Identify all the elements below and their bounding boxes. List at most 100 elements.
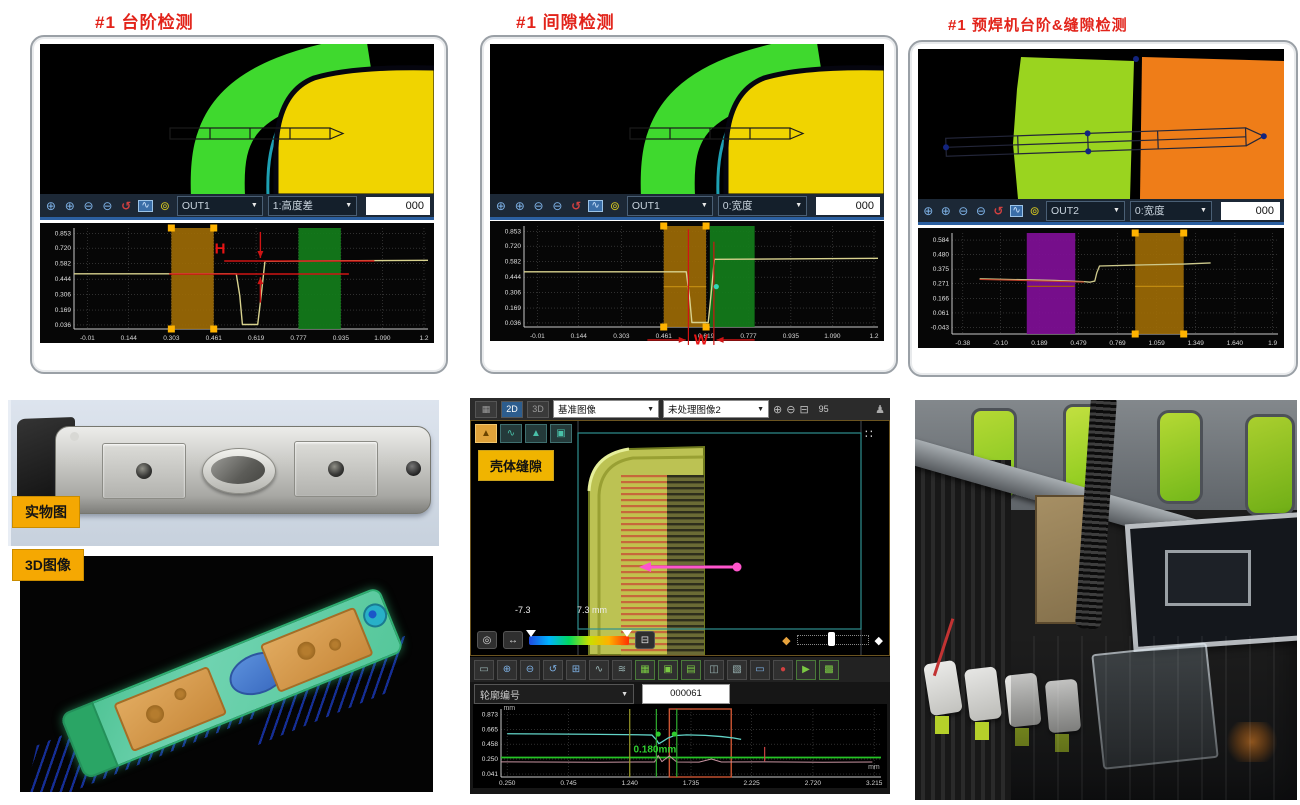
svg-text:0.444: 0.444 <box>55 276 72 283</box>
out-select[interactable]: OUT2 ▼ <box>1046 201 1125 221</box>
zoom-out-icon[interactable]: ⊖ <box>82 200 96 212</box>
shell-gap-label: 壳体缝隙 <box>478 450 554 481</box>
svg-text:-0.043: -0.043 <box>931 324 950 331</box>
svg-text:mm: mm <box>503 705 515 712</box>
zoom-area-icon[interactable]: ⊕ <box>922 205 935 217</box>
value-field[interactable]: 000 <box>1221 202 1280 220</box>
white-diamond-icon[interactable]: ◆ <box>875 634 883 647</box>
output-icon[interactable]: ⊚ <box>1028 205 1041 217</box>
svg-text:1.735: 1.735 <box>683 780 700 787</box>
pan-icon[interactable]: ⊞ <box>566 660 586 680</box>
profile-toolbar: ⊕ ⊕ ⊖ ⊖ ↺ ∿ ⊚ OUT1 ▼ 1:高度差 ▼ 000 <box>40 194 434 220</box>
reset-icon[interactable]: ↺ <box>569 200 583 212</box>
slider-handle[interactable] <box>828 632 835 646</box>
processed-image-select[interactable]: 未处理图像2 ▼ <box>663 400 769 418</box>
tab-2d[interactable]: 2D <box>501 401 523 418</box>
terminal-hole-3d <box>327 637 343 653</box>
reference-image-select[interactable]: 基准图像 ▼ <box>553 400 659 418</box>
fullscreen-icon[interactable]: ∷ <box>865 427 873 441</box>
roi-icon[interactable]: ▣ <box>658 660 678 680</box>
zoom-out-icon[interactable]: ⊖ <box>532 200 546 212</box>
svg-text:0.935: 0.935 <box>333 335 350 342</box>
gap-detection-card: ⊕ ⊕ ⊖ ⊖ ↺ ∿ ⊚ OUT1 ▼ 0:宽度 ▼ 000 -0.010.1… <box>480 35 898 374</box>
output-icon[interactable]: ⊚ <box>608 200 622 212</box>
caret-down-icon: ▼ <box>345 202 352 209</box>
zoom-area-icon[interactable]: ⊕ <box>494 200 508 212</box>
measure-select[interactable]: 0:宽度 ▼ <box>1130 201 1212 221</box>
zoom-in-icon[interactable]: ⊕ <box>63 200 77 212</box>
waveform-icon[interactable]: ∿ <box>588 200 603 212</box>
caret-down-icon: ▼ <box>621 691 628 698</box>
zoom-out-icon[interactable]: ⊖ <box>520 660 540 680</box>
colorbar-handle[interactable] <box>622 630 632 637</box>
tab-3d[interactable]: 3D <box>527 401 549 418</box>
height-image-icon[interactable]: ▲ <box>475 424 497 443</box>
roi-alt-icon[interactable]: ▤ <box>681 660 701 680</box>
screen-icon[interactable]: ▩ <box>819 660 839 680</box>
view-zoom-out-icon[interactable]: ⊖ <box>786 403 795 416</box>
zoom-fit-icon[interactable]: ⊖ <box>550 200 564 212</box>
tool-mode-icon[interactable]: ▣ <box>550 424 572 443</box>
profile-number-select[interactable]: 轮廓编号 ▼ <box>474 684 634 704</box>
zoom-in-icon[interactable]: ⊕ <box>940 205 953 217</box>
zoom-fit-icon[interactable]: ⊖ <box>975 205 988 217</box>
svg-text:1.090: 1.090 <box>374 335 391 342</box>
svg-text:0.720: 0.720 <box>55 245 72 252</box>
range-icon[interactable]: ↔ <box>503 631 523 649</box>
export-icon[interactable]: ▶ <box>796 660 816 680</box>
green-sticker <box>935 716 949 734</box>
rect-select-icon[interactable]: ▭ <box>750 660 770 680</box>
collapse-icon[interactable]: ⊟ <box>635 631 655 649</box>
record-icon[interactable]: ● <box>773 660 793 680</box>
caret-down-icon: ▼ <box>757 406 764 413</box>
pointer-icon[interactable]: ▭ <box>474 660 494 680</box>
zoom-in-icon[interactable]: ⊕ <box>497 660 517 680</box>
measure-select[interactable]: 1:高度差 ▼ <box>268 196 357 216</box>
svg-text:2.225: 2.225 <box>744 780 761 787</box>
value-field[interactable]: 000 <box>366 197 430 215</box>
value-field[interactable]: 000 <box>816 197 880 215</box>
waveform-icon[interactable]: ∿ <box>1010 205 1024 217</box>
out-select-value: OUT1 <box>632 200 660 212</box>
color-diamond-icon[interactable]: ◆ <box>782 634 790 647</box>
height-colorbar[interactable] <box>529 636 629 645</box>
svg-text:0.303: 0.303 <box>613 333 630 340</box>
user-icon[interactable]: ♟ <box>875 403 885 416</box>
output-icon[interactable]: ⊚ <box>158 200 172 212</box>
view-zoom-in-icon[interactable]: ⊕ <box>773 403 782 416</box>
rotate-icon[interactable]: ↺ <box>543 660 563 680</box>
out-select[interactable]: OUT1 ▼ <box>627 196 713 216</box>
processed-image-value: 未处理图像2 <box>668 402 721 416</box>
profile-multi-icon[interactable]: ≋ <box>612 660 632 680</box>
measure-toolbar: ▭ ⊕ ⊖ ↺ ⊞ ∿ ≋ ▦ ▣ ▤ ◫ ▧ ▭ ● ▶ ▩ <box>470 656 890 682</box>
profile-toolbar: ⊕ ⊕ ⊖ ⊖ ↺ ∿ ⊚ OUT1 ▼ 0:宽度 ▼ 000 <box>490 194 884 220</box>
colorbar-handle[interactable] <box>526 630 536 637</box>
tab-grid[interactable]: ▦ <box>475 401 497 418</box>
zoom-in-icon[interactable]: ⊕ <box>513 200 527 212</box>
profile-number-field[interactable]: 000061 <box>642 684 730 704</box>
zoom-area-icon[interactable]: ⊕ <box>44 200 58 212</box>
colorbar-row: ◎ ↔ ⊟ ◆ ◆ <box>471 628 889 652</box>
view-fit-icon[interactable]: ⊟ <box>799 403 808 416</box>
grid-icon[interactable]: ▦ <box>635 660 655 680</box>
measure-select[interactable]: 0:宽度 ▼ <box>718 196 807 216</box>
profile-line-icon[interactable]: ∿ <box>589 660 609 680</box>
texture-mode-icon[interactable]: ▲ <box>525 424 547 443</box>
target-icon[interactable]: ◎ <box>477 631 497 649</box>
svg-text:0.041: 0.041 <box>482 771 499 778</box>
terminal-hole <box>136 463 152 479</box>
box-measure-icon[interactable]: ◫ <box>704 660 724 680</box>
waveform-icon[interactable]: ∿ <box>138 200 153 212</box>
svg-text:0.777: 0.777 <box>740 333 757 340</box>
box-alt-icon[interactable]: ▧ <box>727 660 747 680</box>
opacity-slider[interactable] <box>797 635 869 645</box>
reset-icon[interactable]: ↺ <box>992 205 1005 217</box>
svg-text:0.306: 0.306 <box>505 290 522 297</box>
reset-icon[interactable]: ↺ <box>119 200 133 212</box>
panel3-title: #1 预焊机台阶&缝隙检测 <box>948 14 1128 35</box>
svg-text:0.306: 0.306 <box>55 292 72 299</box>
profile-mode-icon[interactable]: ∿ <box>500 424 522 443</box>
out-select[interactable]: OUT1 ▼ <box>177 196 263 216</box>
zoom-out-icon[interactable]: ⊖ <box>957 205 970 217</box>
zoom-fit-icon[interactable]: ⊖ <box>100 200 114 212</box>
